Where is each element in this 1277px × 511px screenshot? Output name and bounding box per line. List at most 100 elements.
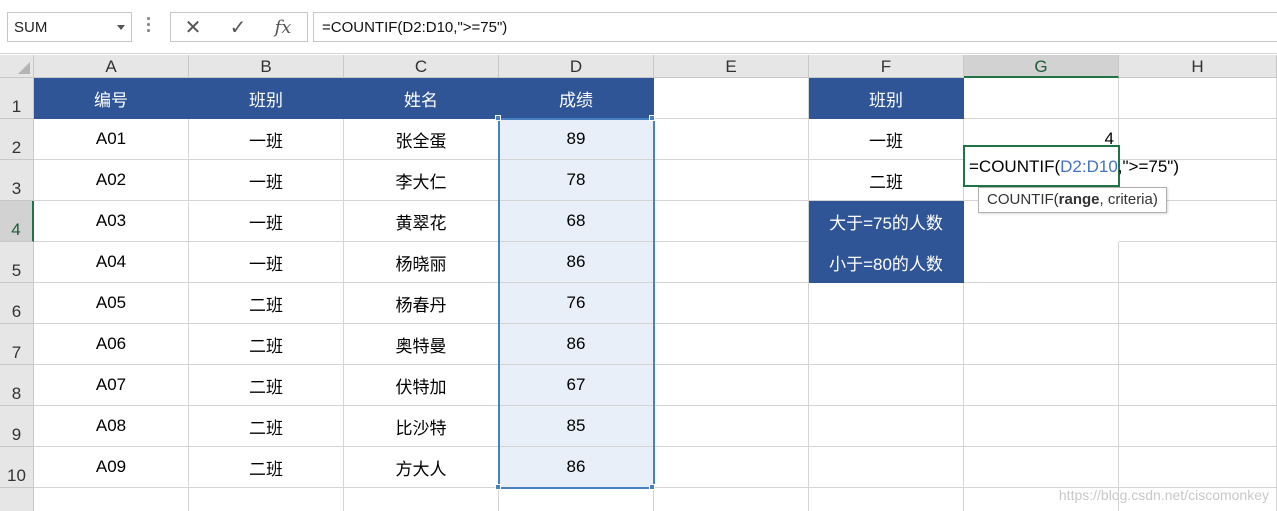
header-cell-score[interactable]: 成绩 xyxy=(499,78,654,119)
empty-cell[interactable] xyxy=(964,242,1119,283)
table-cell-id[interactable]: A04 xyxy=(34,242,189,283)
column-header-e[interactable]: E xyxy=(654,55,809,78)
cancel-icon[interactable]: ✕ xyxy=(178,17,208,39)
table-cell-name[interactable]: 伏特加 xyxy=(344,365,499,406)
active-cell-editor[interactable]: =COUNTIF(D2:D10,">=75") xyxy=(963,145,1179,187)
row-header-7[interactable]: 7 xyxy=(0,324,34,365)
empty-cell[interactable] xyxy=(1119,242,1277,283)
empty-cell[interactable] xyxy=(34,488,189,511)
table-cell-class[interactable]: 二班 xyxy=(189,447,344,488)
table-cell-class[interactable]: 二班 xyxy=(189,283,344,324)
table-cell-id[interactable]: A05 xyxy=(34,283,189,324)
table-cell-class[interactable]: 二班 xyxy=(189,324,344,365)
drag-handle-icon[interactable] xyxy=(147,17,151,37)
row-header-3[interactable]: 3 xyxy=(0,160,34,201)
table-cell-id[interactable]: A08 xyxy=(34,406,189,447)
table-cell-name[interactable]: 张全蛋 xyxy=(344,119,499,160)
empty-cell[interactable] xyxy=(1119,406,1277,447)
table-cell-id[interactable]: A09 xyxy=(34,447,189,488)
empty-cell[interactable] xyxy=(1119,283,1277,324)
empty-cell[interactable] xyxy=(654,283,809,324)
table-cell-id[interactable]: A07 xyxy=(34,365,189,406)
header-cell-name[interactable]: 姓名 xyxy=(344,78,499,119)
summary-header[interactable]: 班别 xyxy=(809,78,964,119)
column-header-d[interactable]: D xyxy=(499,55,654,78)
table-cell-id[interactable]: A06 xyxy=(34,324,189,365)
row-header-2[interactable]: 2 xyxy=(0,119,34,160)
table-cell-name[interactable]: 杨春丹 xyxy=(344,283,499,324)
empty-cell[interactable] xyxy=(499,488,654,511)
empty-cell[interactable] xyxy=(809,324,964,365)
empty-cell[interactable] xyxy=(809,406,964,447)
table-cell-name[interactable]: 奥特曼 xyxy=(344,324,499,365)
empty-cell[interactable] xyxy=(964,406,1119,447)
table-cell-name[interactable]: 方大人 xyxy=(344,447,499,488)
row-header-11[interactable] xyxy=(0,488,34,511)
table-cell-class[interactable]: 一班 xyxy=(189,160,344,201)
table-cell-score[interactable]: 76 xyxy=(499,283,654,324)
empty-cell[interactable] xyxy=(809,447,964,488)
empty-cell[interactable] xyxy=(654,447,809,488)
table-cell-name[interactable]: 黄翠花 xyxy=(344,201,499,242)
summary-label[interactable]: 小于=80的人数 xyxy=(809,242,964,283)
empty-cell[interactable] xyxy=(654,365,809,406)
empty-cell[interactable] xyxy=(1119,365,1277,406)
cell-h1[interactable] xyxy=(1119,78,1277,119)
header-cell-id[interactable]: 编号 xyxy=(34,78,189,119)
empty-cell[interactable] xyxy=(654,488,809,511)
empty-cell[interactable] xyxy=(1119,447,1277,488)
formula-input[interactable]: =COUNTIF(D2:D10,">=75") xyxy=(313,12,1277,42)
empty-cell[interactable] xyxy=(964,365,1119,406)
table-cell-score[interactable]: 86 xyxy=(499,447,654,488)
empty-cell[interactable] xyxy=(1119,324,1277,365)
row-header-6[interactable]: 6 xyxy=(0,283,34,324)
empty-cell[interactable] xyxy=(654,160,809,201)
row-header-4[interactable]: 4 xyxy=(0,201,34,242)
empty-cell[interactable] xyxy=(1119,119,1277,160)
column-header-c[interactable]: C xyxy=(344,55,499,78)
table-cell-id[interactable]: A02 xyxy=(34,160,189,201)
row-header-9[interactable]: 9 xyxy=(0,406,34,447)
empty-cell[interactable] xyxy=(809,283,964,324)
empty-cell[interactable] xyxy=(654,406,809,447)
table-cell-class[interactable]: 二班 xyxy=(189,365,344,406)
table-cell-class[interactable]: 一班 xyxy=(189,119,344,160)
column-header-b[interactable]: B xyxy=(189,55,344,78)
row-header-8[interactable]: 8 xyxy=(0,365,34,406)
row-header-1[interactable]: 1 xyxy=(0,78,34,119)
tooltip-arg-current[interactable]: range xyxy=(1059,191,1100,208)
summary-label[interactable]: 一班 xyxy=(809,119,964,160)
cell-e1[interactable] xyxy=(654,78,809,119)
empty-cell[interactable] xyxy=(654,201,809,242)
function-tooltip[interactable]: COUNTIF(range, criteria) xyxy=(978,187,1167,213)
empty-cell[interactable] xyxy=(964,324,1119,365)
resize-handle-bottom-right[interactable] xyxy=(649,484,655,490)
table-cell-name[interactable]: 杨晓丽 xyxy=(344,242,499,283)
table-cell-score[interactable]: 67 xyxy=(499,365,654,406)
empty-cell[interactable] xyxy=(809,365,964,406)
empty-cell[interactable] xyxy=(189,488,344,511)
table-cell-name[interactable]: 比沙特 xyxy=(344,406,499,447)
row-header-5[interactable]: 5 xyxy=(0,242,34,283)
resize-handle-top-right[interactable] xyxy=(649,115,655,121)
check-icon[interactable]: ✓ xyxy=(223,17,253,39)
table-cell-score[interactable]: 68 xyxy=(499,201,654,242)
empty-cell[interactable] xyxy=(344,488,499,511)
resize-handle-bottom-left[interactable] xyxy=(495,484,501,490)
name-box[interactable]: SUM xyxy=(7,12,132,42)
select-all-corner[interactable] xyxy=(0,55,34,78)
resize-handle-top-left[interactable] xyxy=(495,115,501,121)
empty-cell[interactable] xyxy=(964,447,1119,488)
table-cell-score[interactable]: 86 xyxy=(499,242,654,283)
column-header-f[interactable]: F xyxy=(809,55,964,78)
table-cell-id[interactable]: A03 xyxy=(34,201,189,242)
table-cell-score[interactable]: 85 xyxy=(499,406,654,447)
chevron-down-icon[interactable] xyxy=(117,25,125,30)
table-cell-class[interactable]: 一班 xyxy=(189,201,344,242)
empty-cell[interactable] xyxy=(809,488,964,511)
table-cell-class[interactable]: 一班 xyxy=(189,242,344,283)
empty-cell[interactable] xyxy=(654,324,809,365)
column-header-h[interactable]: H xyxy=(1119,55,1277,78)
table-cell-score[interactable]: 86 xyxy=(499,324,654,365)
row-header-10[interactable]: 10 xyxy=(0,447,34,488)
